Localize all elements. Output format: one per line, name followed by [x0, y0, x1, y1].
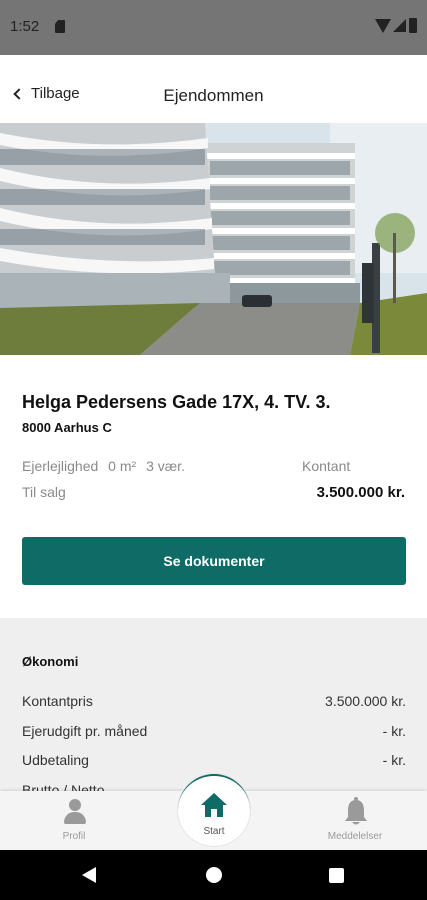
wifi-icon: [375, 19, 391, 33]
economy-row-value: 3.500.000 kr.: [325, 693, 406, 709]
home-icon: [201, 793, 227, 817]
cell-signal-icon: [393, 19, 406, 32]
economy-row-label: Udbetaling: [22, 752, 89, 768]
system-back-icon[interactable]: [82, 867, 96, 883]
property-meta: Ejerlejlighed 0 m² 3 vær.: [22, 458, 191, 474]
page-title: Ejendommen: [163, 86, 264, 105]
battery-icon: [409, 18, 417, 33]
economy-title: Økonomi: [22, 654, 79, 669]
nav-profile[interactable]: Profil: [24, 791, 124, 850]
status-bar: 1:52: [0, 0, 427, 55]
property-photo: [0, 123, 427, 355]
system-recents-icon[interactable]: [329, 868, 344, 883]
economy-row: Udbetaling - kr.: [22, 752, 406, 774]
sim-card-icon: [55, 20, 65, 33]
person-icon: [64, 799, 86, 825]
nav-notifications-label: Meddelelser: [327, 831, 383, 842]
property-type: Ejerlejlighed: [22, 458, 99, 474]
status-time: 1:52: [10, 18, 40, 35]
property-photo-illustration: [0, 123, 427, 355]
property-address: Helga Pedersens Gade 17X, 4. TV. 3.: [22, 392, 331, 412]
property-rooms: 3 vær.: [146, 458, 185, 474]
system-navigation-bar: [0, 850, 427, 900]
property-area: 0 m²: [108, 458, 137, 474]
economy-row: Kontantpris 3.500.000 kr.: [22, 693, 406, 715]
nav-home-label: Start: [203, 826, 225, 837]
economy-row-value: - kr.: [382, 723, 406, 739]
economy-row-label: Ejerudgift pr. måned: [22, 723, 148, 739]
sale-status: Til salg: [22, 484, 66, 500]
nav-home[interactable]: Start: [178, 774, 250, 846]
system-home-icon[interactable]: [206, 867, 222, 883]
price-label: Kontant: [302, 458, 351, 474]
app-header: Tilbage Ejendommen: [0, 67, 427, 123]
view-documents-button[interactable]: Se dokumenter: [22, 537, 406, 585]
nav-profile-label: Profil: [62, 831, 86, 842]
bell-icon: [345, 797, 367, 825]
economy-row: Ejerudgift pr. måned - kr.: [22, 723, 406, 745]
property-city: 8000 Aarhus C: [22, 420, 112, 435]
economy-row-value: - kr.: [382, 752, 406, 768]
nav-notifications[interactable]: Meddelelser: [305, 791, 405, 850]
price-value: 3.500.000 kr.: [316, 484, 405, 501]
economy-row-label: Kontantpris: [22, 693, 93, 709]
